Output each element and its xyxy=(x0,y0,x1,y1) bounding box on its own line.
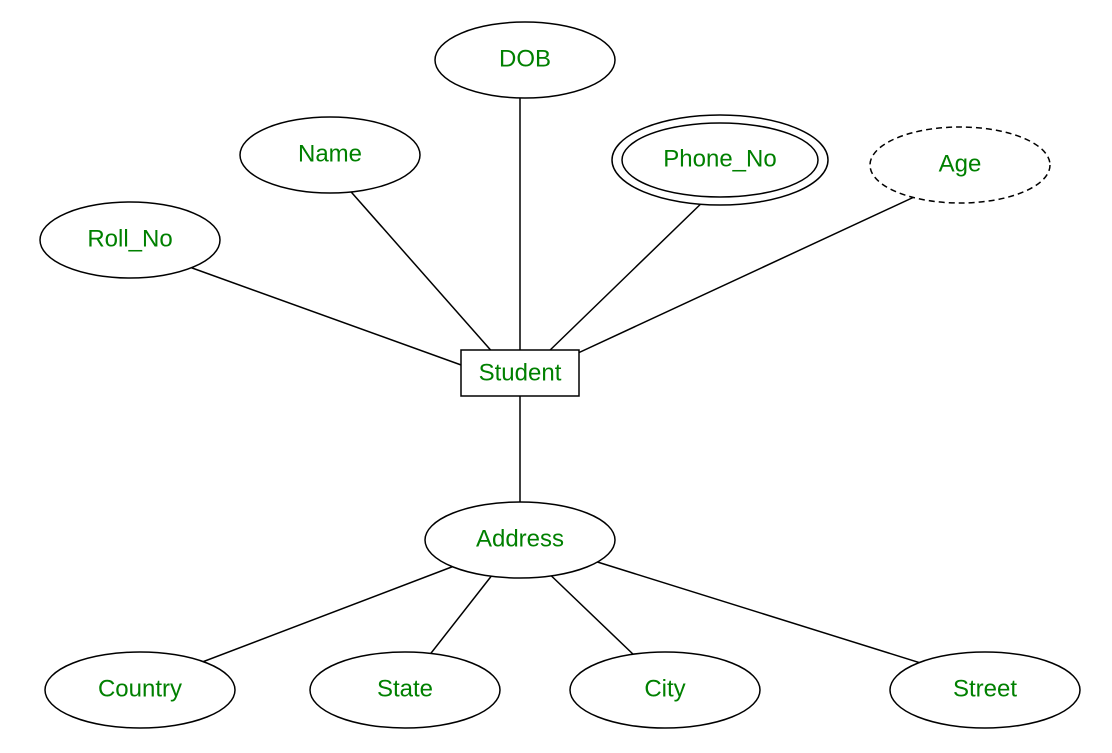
attr-country-label: Country xyxy=(98,675,182,702)
edge-student-phoneno xyxy=(545,195,710,355)
attr-name-label: Name xyxy=(298,140,362,167)
attr-city: City xyxy=(570,652,760,728)
attr-rollno: Roll_No xyxy=(40,202,220,278)
attr-country: Country xyxy=(45,652,235,728)
attr-age-label: Age xyxy=(939,150,982,177)
attr-age: Age xyxy=(870,127,1050,203)
attr-phoneno-label: Phone_No xyxy=(663,145,776,172)
attr-dob: DOB xyxy=(435,22,615,98)
attr-phoneno: Phone_No xyxy=(612,115,828,205)
er-diagram: Student Roll_No Name DOB Phone_No Age Ad… xyxy=(0,0,1112,753)
entity-student-label: Student xyxy=(479,359,562,386)
edge-student-name xyxy=(345,185,495,355)
attr-street: Street xyxy=(890,652,1080,728)
attr-name: Name xyxy=(240,117,420,193)
edge-student-rollno xyxy=(170,260,475,370)
attr-dob-label: DOB xyxy=(499,45,551,72)
edge-student-age xyxy=(563,185,940,360)
attr-rollno-label: Roll_No xyxy=(87,225,172,252)
attr-address-label: Address xyxy=(476,525,564,552)
attr-state-label: State xyxy=(377,675,433,702)
attr-city-label: City xyxy=(644,675,685,702)
entity-student: Student xyxy=(461,350,579,396)
attr-state: State xyxy=(310,652,500,728)
attr-address: Address xyxy=(425,502,615,578)
attr-street-label: Street xyxy=(953,675,1017,702)
